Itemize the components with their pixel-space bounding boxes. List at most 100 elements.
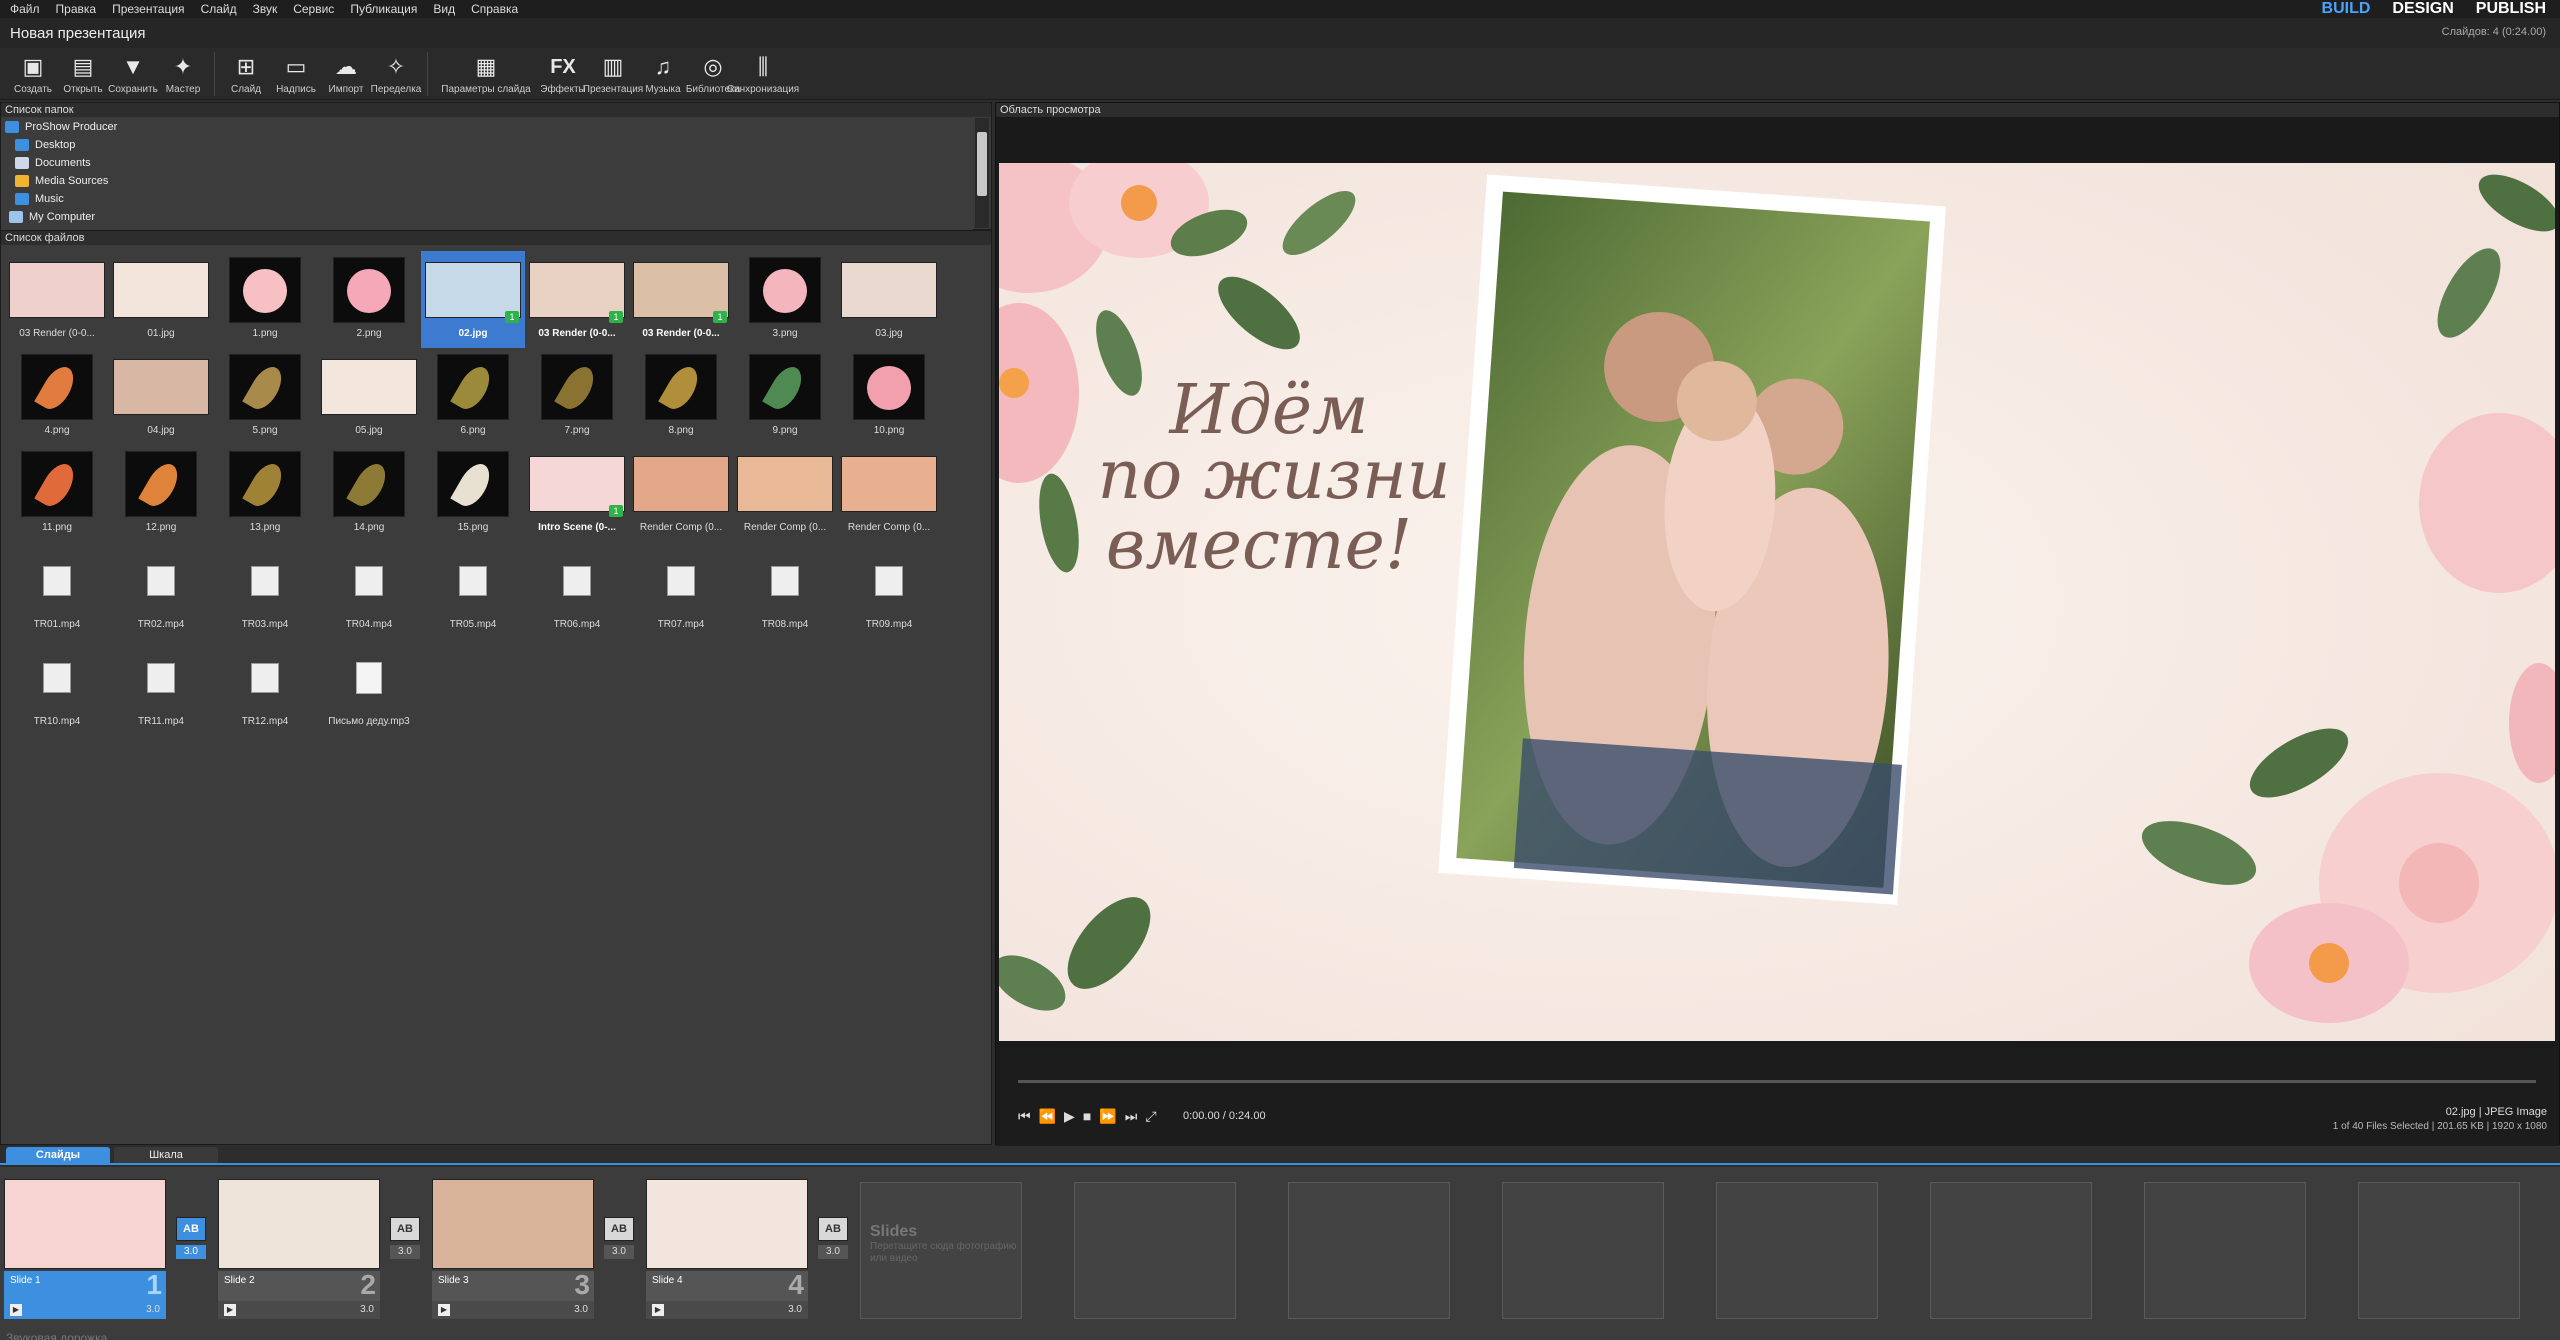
transition-icon[interactable]: AB: [176, 1217, 206, 1241]
transition-icon[interactable]: AB: [604, 1217, 634, 1241]
file-item[interactable]: TR05.mp4: [421, 542, 525, 639]
folder-item[interactable]: Documents: [1, 154, 973, 172]
transition-duration[interactable]: 3.0: [390, 1245, 420, 1259]
preview-canvas[interactable]: Идём по жизни вместе!: [999, 163, 2555, 1041]
playback-control-icon[interactable]: ⏩: [1099, 1108, 1116, 1125]
toolbar-button-create[interactable]: ▣ Создать: [8, 48, 58, 100]
folder-scrollbar[interactable]: [975, 118, 989, 228]
slide-item[interactable]: Slide 2 2 ▶ 3.0: [218, 1179, 380, 1331]
slide-duration[interactable]: 3.0: [360, 1304, 374, 1315]
play-icon[interactable]: ▶: [652, 1304, 664, 1316]
slide-duration[interactable]: 3.0: [574, 1304, 588, 1315]
folder-item[interactable]: My Computer: [1, 208, 973, 226]
folder-item[interactable]: ProShow Producer: [1, 118, 973, 136]
file-item[interactable]: 01.jpg: [109, 251, 213, 348]
file-item[interactable]: 05.jpg: [317, 348, 421, 445]
menu-item[interactable]: Звук: [253, 2, 278, 16]
toolbar-button-caption[interactable]: ▭ Надпись: [271, 48, 321, 100]
menu-item[interactable]: Файл: [10, 2, 40, 16]
file-item[interactable]: 2.png: [317, 251, 421, 348]
file-item[interactable]: 8.png: [629, 348, 733, 445]
file-item[interactable]: TR11.mp4: [109, 639, 213, 736]
menu-item[interactable]: Вид: [433, 2, 455, 16]
toolbar-button-remix[interactable]: ✧ Переделка: [371, 48, 422, 100]
file-item[interactable]: 4.png: [5, 348, 109, 445]
file-item[interactable]: TR03.mp4: [213, 542, 317, 639]
file-item[interactable]: 6.png: [421, 348, 525, 445]
transition-duration[interactable]: 3.0: [604, 1245, 634, 1259]
file-item[interactable]: 7.png: [525, 348, 629, 445]
toolbar-button-import[interactable]: ☁ Импорт: [321, 48, 371, 100]
transition-item[interactable]: AB 3.0: [602, 1217, 636, 1261]
playback-control-icon[interactable]: ⏭: [1125, 1108, 1138, 1125]
play-icon[interactable]: ▶: [10, 1304, 22, 1316]
slide-duration[interactable]: 3.0: [788, 1304, 802, 1315]
file-item[interactable]: 1 03 Render (0-0...: [525, 251, 629, 348]
file-item[interactable]: Render Comp (0...: [733, 445, 837, 542]
toolbar-button-music[interactable]: ♫ Музыка: [638, 48, 688, 100]
empty-slide-slot[interactable]: [2144, 1182, 2306, 1319]
file-item[interactable]: 1 Intro Scene (0-...: [525, 445, 629, 542]
file-item[interactable]: 5.png: [213, 348, 317, 445]
scrollbar-thumb[interactable]: [977, 132, 987, 196]
tab-timeline[interactable]: Шкала: [114, 1147, 218, 1163]
toolbar-button-save[interactable]: ▼ Сохранить: [108, 48, 158, 100]
play-icon[interactable]: ▶: [438, 1304, 450, 1316]
file-item[interactable]: TR07.mp4: [629, 542, 733, 639]
toolbar-button-effects[interactable]: FX Эффекты: [538, 48, 588, 100]
empty-slide-slot[interactable]: [1288, 1182, 1450, 1319]
file-item[interactable]: Письмо деду.mp3: [317, 639, 421, 736]
seek-bar[interactable]: [1018, 1080, 2536, 1083]
file-item[interactable]: 3.png: [733, 251, 837, 348]
menu-item[interactable]: Сервис: [293, 2, 334, 16]
slide-item[interactable]: Slide 1 1 ▶ 3.0: [4, 1179, 166, 1331]
empty-slide-slot[interactable]: [1502, 1182, 1664, 1319]
toolbar-button-sync[interactable]: ⫼ Синхронизация: [727, 48, 799, 100]
transition-icon[interactable]: AB: [818, 1217, 848, 1241]
file-item[interactable]: 03.jpg: [837, 251, 941, 348]
toolbar-button-slide-options[interactable]: ▦ Параметры слайда: [434, 48, 538, 100]
file-item[interactable]: TR09.mp4: [837, 542, 941, 639]
tab-slides[interactable]: Слайды: [6, 1147, 110, 1163]
menu-item[interactable]: Справка: [471, 2, 518, 16]
slide-item[interactable]: Slide 3 3 ▶ 3.0: [432, 1179, 594, 1331]
playback-control-icon[interactable]: ⤢: [1145, 1108, 1156, 1125]
file-item[interactable]: Render Comp (0...: [837, 445, 941, 542]
file-item[interactable]: TR02.mp4: [109, 542, 213, 639]
publish-mode-button[interactable]: PUBLISH: [2476, 0, 2546, 18]
folder-item[interactable]: Media Sources: [1, 172, 973, 190]
toolbar-button-show-options[interactable]: ▥ Презентация: [583, 48, 643, 100]
file-item[interactable]: TR08.mp4: [733, 542, 837, 639]
menu-item[interactable]: Слайд: [201, 2, 237, 16]
file-item[interactable]: 1 02.jpg: [421, 251, 525, 348]
transition-item[interactable]: AB 3.0: [174, 1217, 208, 1261]
file-item[interactable]: TR12.mp4: [213, 639, 317, 736]
playback-control-icon[interactable]: ▶: [1064, 1108, 1075, 1125]
file-item[interactable]: TR06.mp4: [525, 542, 629, 639]
file-item[interactable]: 04.jpg: [109, 348, 213, 445]
file-item[interactable]: 9.png: [733, 348, 837, 445]
transition-icon[interactable]: AB: [390, 1217, 420, 1241]
file-item[interactable]: 12.png: [109, 445, 213, 542]
transition-duration[interactable]: 3.0: [176, 1245, 206, 1259]
file-item[interactable]: 1 03 Render (0-0...: [629, 251, 733, 348]
file-item[interactable]: 14.png: [317, 445, 421, 542]
empty-slide-slot[interactable]: [1930, 1182, 2092, 1319]
slide-duration[interactable]: 3.0: [146, 1304, 160, 1315]
file-item[interactable]: 11.png: [5, 445, 109, 542]
play-icon[interactable]: ▶: [224, 1304, 236, 1316]
toolbar-button-slide[interactable]: ⊞ Слайд: [221, 48, 271, 100]
folder-item[interactable]: Desktop: [1, 136, 973, 154]
transition-item[interactable]: AB 3.0: [816, 1217, 850, 1261]
file-item[interactable]: 1.png: [213, 251, 317, 348]
file-item[interactable]: Render Comp (0...: [629, 445, 733, 542]
menu-item[interactable]: Публикация: [350, 2, 417, 16]
playback-control-icon[interactable]: ⏮: [1018, 1108, 1031, 1125]
file-item[interactable]: 13.png: [213, 445, 317, 542]
file-item[interactable]: 15.png: [421, 445, 525, 542]
file-item[interactable]: 03 Render (0-0...: [5, 251, 109, 348]
file-item[interactable]: TR01.mp4: [5, 542, 109, 639]
empty-slide-slot[interactable]: [2358, 1182, 2520, 1319]
empty-slide-slot[interactable]: [1074, 1182, 1236, 1319]
file-item[interactable]: TR04.mp4: [317, 542, 421, 639]
